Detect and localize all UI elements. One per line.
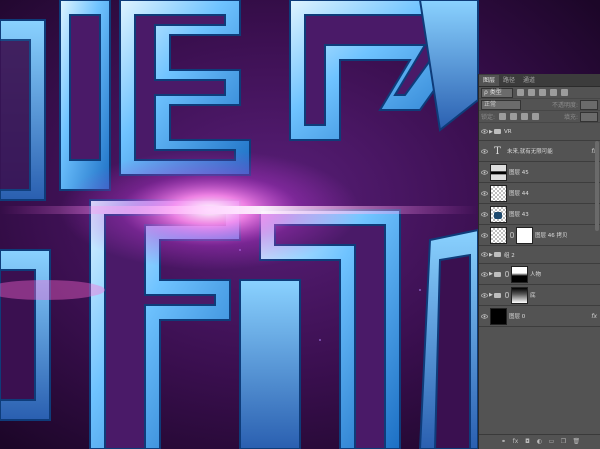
filter-shape-icon[interactable]	[550, 89, 557, 96]
eye-icon[interactable]	[479, 232, 489, 238]
folder-icon	[494, 129, 501, 134]
tab-paths[interactable]: 路径	[499, 75, 519, 86]
layer-thumbnail	[490, 307, 507, 325]
eye-icon[interactable]	[479, 292, 489, 298]
fx-icon[interactable]: fx	[513, 439, 519, 445]
folder-icon	[494, 252, 501, 257]
text-layer-icon: T	[494, 145, 501, 157]
layer-filter-select[interactable]: ρ 类型	[481, 87, 513, 98]
layer-name: 未来,就有无限可能	[507, 149, 553, 155]
layer-name: VR	[504, 128, 512, 135]
blend-mode-select[interactable]: 正常	[481, 99, 521, 110]
eye-icon[interactable]	[479, 148, 489, 154]
trash-icon[interactable]: 🗑	[573, 439, 581, 445]
layer-row[interactable]: ▶ 底	[479, 285, 600, 306]
layer-row[interactable]: 图层 43	[479, 204, 600, 225]
layer-name: 底	[530, 293, 536, 299]
new-layer-icon[interactable]: ❐	[561, 439, 567, 445]
layer-thumbnail	[490, 184, 507, 202]
layer-mask-thumbnail[interactable]	[511, 286, 528, 304]
tab-channels[interactable]: 通道	[519, 75, 539, 86]
layer-thumbnail	[490, 226, 507, 244]
layer-list: ▶ VR T 未来,就有无限可能 fx 图层 45 图层 44 图层 43	[479, 123, 600, 327]
mask-icon[interactable]: ◘	[525, 439, 531, 445]
link-icon[interactable]	[505, 271, 509, 277]
layer-name: 图层 45	[509, 170, 529, 176]
eye-icon[interactable]	[479, 271, 489, 277]
layers-scrollbar[interactable]	[595, 141, 599, 231]
eye-icon[interactable]	[479, 190, 489, 196]
eye-icon[interactable]	[479, 169, 489, 175]
layer-row[interactable]: T 未来,就有无限可能 fx	[479, 141, 600, 162]
blend-row: 正常 不透明度:	[479, 99, 600, 111]
filter-type-icon[interactable]	[539, 89, 546, 96]
layers-footer: ⚭ fx ◘ ◐ ▭ ❐ 🗑	[479, 434, 600, 449]
eye-icon[interactable]	[479, 129, 489, 134]
eye-icon[interactable]	[479, 211, 489, 217]
opacity-label: 不透明度:	[551, 102, 578, 109]
layer-row[interactable]: ▶ 人物	[479, 264, 600, 285]
layer-name: 图层 44	[509, 191, 529, 197]
lock-label: 锁定:	[481, 114, 496, 121]
link-icon[interactable]	[505, 292, 509, 298]
folder-icon[interactable]: ▭	[549, 439, 555, 445]
layer-name: 图层 46 拷贝	[535, 233, 568, 239]
lock-move-icon[interactable]	[521, 113, 529, 120]
layer-name: 图层 0	[509, 314, 526, 320]
layer-thumbnail	[490, 205, 507, 223]
layer-name: 图层 43	[509, 212, 529, 218]
layer-row[interactable]: ▶ VR	[479, 123, 600, 141]
layer-mask-thumbnail[interactable]	[511, 265, 528, 283]
panel-tabbar: 图层 路径 通道	[479, 74, 600, 87]
layer-row[interactable]: 图层 0 fx	[479, 306, 600, 327]
eye-icon[interactable]	[479, 313, 489, 319]
link-icon[interactable]	[510, 232, 514, 238]
layer-row[interactable]: ▶ 组 2	[479, 246, 600, 264]
layer-name: 组 2	[504, 252, 515, 259]
layer-row[interactable]: 图层 44	[479, 183, 600, 204]
fx-icon[interactable]: fx	[591, 313, 597, 320]
tab-layers[interactable]: 图层	[479, 75, 500, 86]
lock-pixels-icon[interactable]	[499, 113, 507, 120]
fill-label: 填充:	[563, 114, 578, 121]
link-layers-icon[interactable]: ⚭	[501, 439, 507, 445]
adjustment-icon[interactable]: ◐	[537, 439, 543, 445]
filter-row: ρ 类型	[479, 87, 600, 99]
filter-adjust-icon[interactable]	[528, 89, 535, 96]
opacity-field[interactable]	[580, 99, 598, 110]
layer-name: 人物	[530, 272, 542, 278]
folder-icon	[494, 271, 501, 277]
lock-brush-icon[interactable]	[510, 113, 518, 120]
layer-thumbnail	[490, 163, 507, 181]
layer-row[interactable]: 图层 46 拷贝	[479, 225, 600, 246]
lock-all-icon[interactable]	[532, 113, 540, 120]
folder-icon	[494, 292, 501, 298]
fill-field[interactable]	[580, 111, 598, 122]
lock-row: 锁定: 填充:	[479, 111, 600, 123]
layers-panel: 图层 路径 通道 ρ 类型 正常 不透明度: 锁定: 填充: ▶ VR T 未来…	[478, 74, 600, 449]
layer-row[interactable]: 图层 45	[479, 162, 600, 183]
eye-icon[interactable]	[479, 252, 489, 257]
filter-smart-icon[interactable]	[561, 89, 568, 96]
layer-mask-thumbnail[interactable]	[516, 226, 533, 244]
filter-pixel-icon[interactable]	[517, 89, 524, 96]
